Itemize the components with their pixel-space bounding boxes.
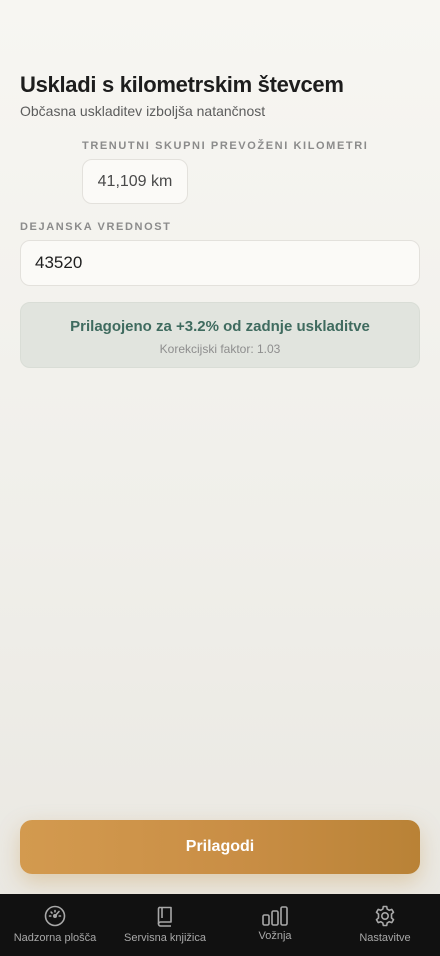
adjust-button[interactable]: Prilagodi [20,820,420,874]
current-odometer-label: TRENUTNI SKUPNI PREVOŽENI KILOMETRI [82,140,369,152]
tab-bar: Nadzorna plošča Servisna knjižica Vožnja [0,894,440,956]
correction-factor-text: Korekcijski faktor: 1.03 [159,342,281,356]
adjustment-info-card: Prilagojeno za +3.2% od zadnje uskladitv… [20,302,420,368]
tab-dashboard[interactable]: Nadzorna plošča [0,894,110,956]
tab-service-book-label: Servisna knjižica [124,932,206,944]
current-odometer-value: 41,109 km [82,159,188,204]
bar-chart-icon [220,904,330,928]
tab-settings[interactable]: Nastavitve [330,894,440,956]
tab-trips[interactable]: Vožnja [220,894,330,956]
tab-settings-label: Nastavitve [359,932,411,944]
book-icon [110,904,220,928]
tab-trips-label: Vožnja [258,930,292,942]
page-title: Uskladi s kilometrskim števcem [20,72,344,97]
page-subtitle: Občasna uskladitev izboljša natančnost [20,103,266,119]
actual-value-input[interactable] [20,240,420,286]
actual-value-label: DEJANSKA VREDNOST [20,221,172,233]
current-odometer-text: 41,109 km [97,172,173,190]
adjustment-info-text: Prilagojeno za +3.2% od zadnje uskladitv… [70,318,370,335]
gear-icon [330,904,440,928]
tab-dashboard-label: Nadzorna plošča [13,932,97,944]
tab-service-book[interactable]: Servisna knjižica [110,894,220,956]
speedometer-icon [0,904,110,928]
